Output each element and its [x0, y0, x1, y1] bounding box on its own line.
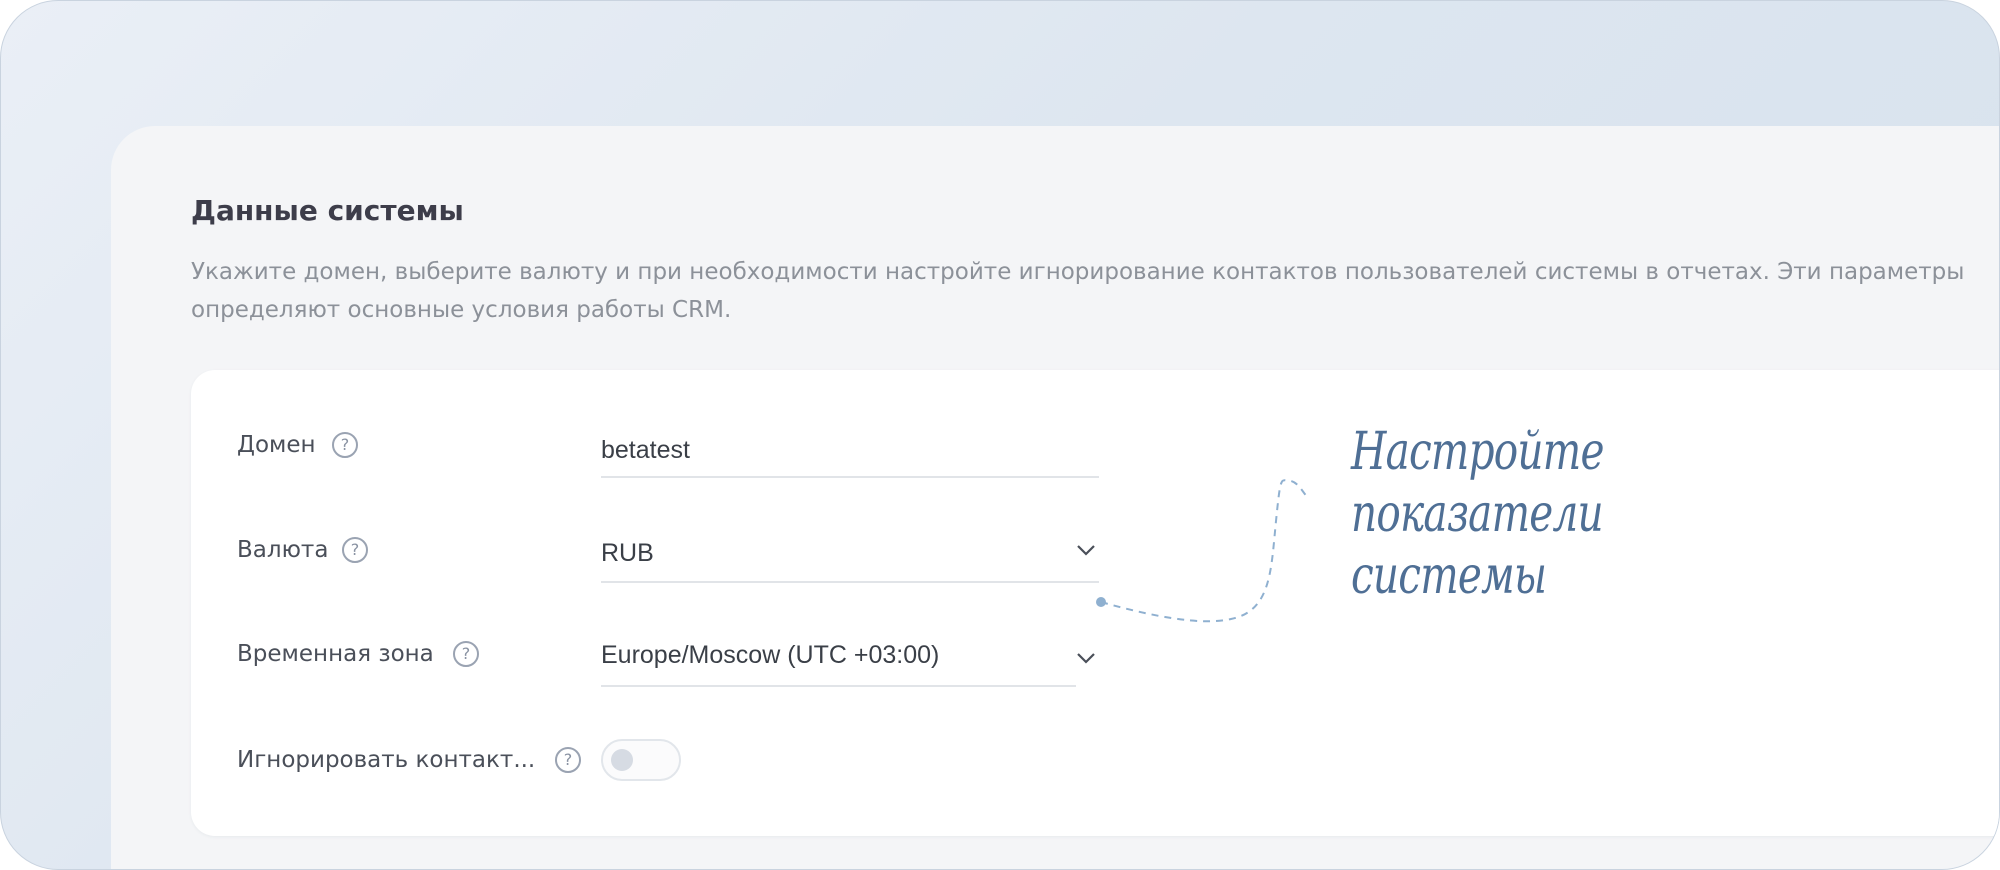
chevron-down-icon[interactable] — [1076, 651, 1096, 665]
ignore-contacts-label: Игнорировать контакт... — [237, 747, 536, 773]
currency-select[interactable]: RUB — [601, 525, 1099, 583]
ignore-contacts-help-icon[interactable]: ? — [555, 747, 581, 773]
annotation-line-2: системы — [1351, 546, 1547, 606]
section-description: Укажите домен, выберите валюту и при нео… — [191, 259, 1965, 323]
domain-help-icon[interactable]: ? — [332, 432, 358, 458]
domain-row: Домен ? betatest — [191, 420, 1191, 480]
app-frame: Данные системы Укажите домен, выберите в… — [0, 0, 2000, 870]
domain-value: betatest — [601, 436, 690, 464]
annotation-line-1: Настройте показатели — [1351, 422, 1604, 544]
timezone-label: Временная зона — [237, 641, 434, 667]
domain-input[interactable]: betatest — [601, 420, 1099, 478]
timezone-value: Europe/Moscow (UTC +03:00) — [601, 641, 940, 669]
timezone-select[interactable]: Europe/Moscow (UTC +03:00) — [601, 629, 1076, 687]
ignore-contacts-row: Игнорировать контакт... ? — [191, 739, 1191, 799]
domain-label: Домен — [237, 432, 316, 458]
currency-help-icon[interactable]: ? — [342, 537, 368, 563]
timezone-help-icon[interactable]: ? — [453, 641, 479, 667]
timezone-row: Временная зона ? Europe/Moscow (UTC +03:… — [191, 629, 1191, 689]
currency-row: Валюта ? RUB — [191, 525, 1191, 585]
currency-value: RUB — [601, 539, 654, 567]
section-title: Данные системы — [191, 194, 464, 227]
ignore-contacts-toggle[interactable] — [601, 739, 681, 781]
toggle-knob — [611, 749, 633, 771]
annotation-text: Настройте показатели системы — [1351, 421, 1856, 607]
chevron-down-icon[interactable] — [1076, 543, 1096, 557]
currency-label: Валюта — [237, 537, 329, 563]
